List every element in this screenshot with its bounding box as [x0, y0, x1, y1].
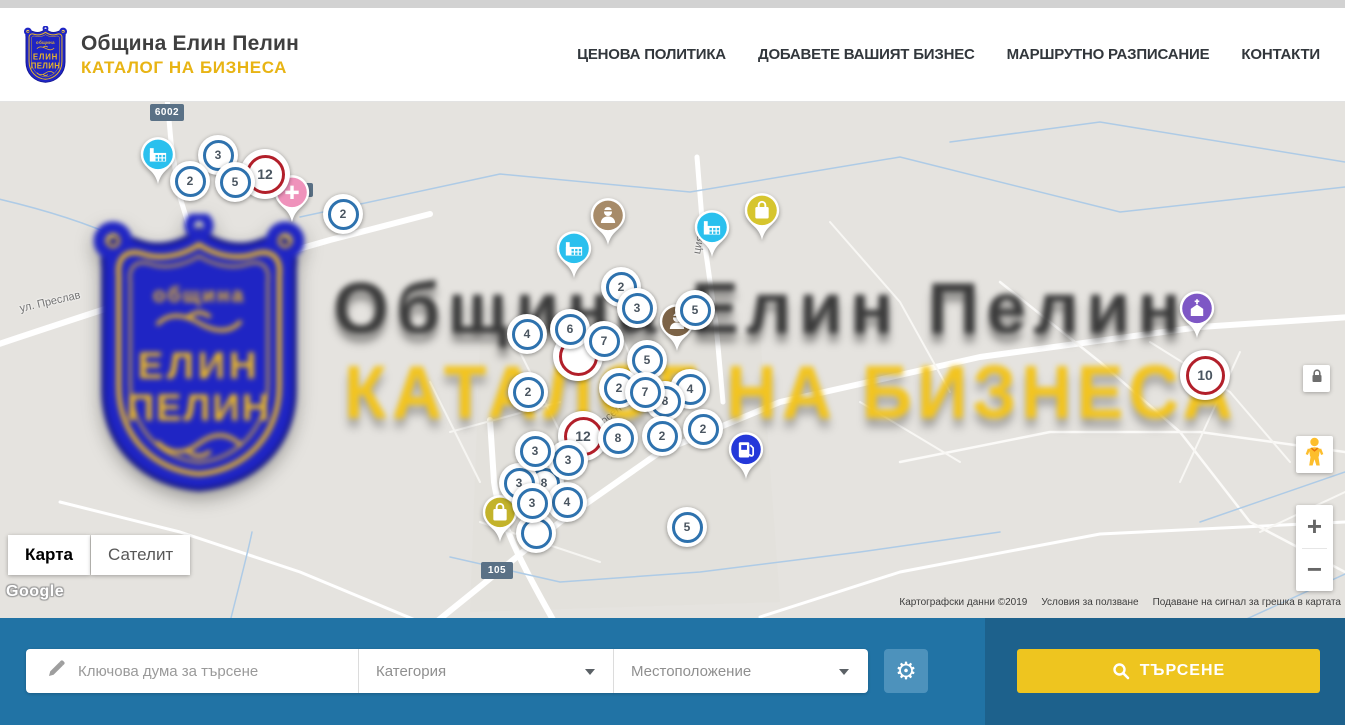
site-logo[interactable]: община ЕЛИН ПЕЛИН Община Елин Пелин КАТА… [22, 26, 299, 84]
category-select[interactable]: Категория [359, 649, 614, 693]
gear-icon: ⚙ [895, 657, 917, 686]
map-cluster-marker[interactable]: 10 [1180, 350, 1230, 400]
search-controls: Категория Местоположение [26, 649, 868, 693]
municipality-shield-icon: община ЕЛИН ПЕЛИН [22, 26, 69, 84]
cluster-count: 12 [257, 166, 273, 182]
site-subtitle: КАТАЛОГ НА БИЗНЕСА [81, 58, 299, 78]
svg-text:ПЕЛИН: ПЕЛИН [31, 61, 61, 70]
zoom-in-button[interactable]: + [1296, 505, 1333, 548]
chevron-down-icon [585, 669, 595, 675]
location-select-value: Местоположение [631, 663, 751, 680]
attribution-link[interactable]: Условия за ползване [1041, 597, 1138, 608]
cluster-count: 8 [615, 431, 622, 445]
chevron-down-icon [839, 669, 849, 675]
nav-item-1[interactable]: ДОБАВЕТЕ ВАШИЯТ БИЗНЕС [758, 46, 975, 63]
cluster-count: 6 [567, 322, 574, 336]
zoom-out-button[interactable]: − [1296, 549, 1333, 592]
pencil-icon [46, 659, 66, 684]
advanced-search-button[interactable]: ⚙ [884, 649, 928, 693]
map-cluster-marker[interactable]: 3 [515, 431, 555, 471]
map-cluster-marker[interactable]: 2 [508, 372, 548, 412]
map-pin-factory[interactable] [137, 135, 179, 189]
map-cluster-marker[interactable]: 2 [323, 194, 363, 234]
map-pin-fuel[interactable] [725, 430, 767, 484]
google-logo[interactable]: Google [6, 583, 64, 601]
cluster-count: 5 [684, 520, 691, 534]
map-cluster-marker[interactable]: 7 [625, 372, 665, 412]
cluster-count: 5 [232, 175, 239, 189]
nav-item-2[interactable]: МАРШРУТНО РАЗПИСАНИЕ [1007, 46, 1210, 63]
search-bar: Категория Местоположение ⚙ ТЪРСЕНЕ [0, 618, 1345, 725]
cluster-count: 4 [524, 327, 531, 341]
map-attribution: Картографски данни ©2019 Условия за ползв… [899, 597, 1341, 608]
cluster-count: 7 [601, 334, 608, 348]
cluster-count: 3 [565, 453, 572, 467]
pegman-icon [1304, 437, 1325, 472]
site-title: Община Елин Пелин [81, 32, 299, 56]
cluster-count: 5 [692, 303, 699, 317]
search-button-label: ТЪРСЕНЕ [1140, 662, 1225, 680]
cluster-count: 10 [1197, 367, 1213, 383]
attribution-text: Картографски данни ©2019 [899, 597, 1027, 608]
cluster-count: 5 [644, 353, 651, 367]
map-cluster-marker[interactable]: 5 [667, 507, 707, 547]
location-select[interactable]: Местоположение [614, 649, 867, 693]
attribution-link[interactable]: Подаване на сигнал за грешка в картата [1153, 597, 1341, 608]
keyword-search-input[interactable] [78, 663, 328, 680]
nav-item-3[interactable]: КОНТАКТИ [1241, 46, 1320, 63]
cluster-count: 2 [187, 174, 194, 188]
map-pin-church[interactable] [1176, 289, 1218, 343]
site-header: община ЕЛИН ПЕЛИН Община Елин Пелин КАТА… [0, 8, 1345, 102]
map-pin-bag[interactable] [741, 191, 783, 245]
cluster-count: 3 [215, 148, 222, 162]
page: община ЕЛИН ПЕЛИН Община Елин Пелин КАТА… [0, 0, 1345, 725]
padlock-icon [1308, 367, 1326, 390]
map-cluster-marker[interactable]: 3 [512, 483, 552, 523]
map-markers-layer: 12325223546752248712822843333510 [0, 102, 1345, 618]
street-view-pegman-button[interactable] [1296, 436, 1333, 473]
cluster-count: 2 [659, 429, 666, 443]
search-icon [1112, 662, 1130, 680]
svg-text:ЕЛИН: ЕЛИН [33, 52, 58, 61]
brand-text: Община Елин Пелин КАТАЛОГ НА БИЗНЕСА [81, 32, 299, 78]
map-type-map-button[interactable]: Карта [8, 535, 90, 575]
cluster-count: 3 [529, 496, 536, 510]
search-submit-panel: ТЪРСЕНЕ [985, 618, 1345, 725]
cluster-count: 2 [700, 422, 707, 436]
map-cluster-marker[interactable]: 4 [507, 314, 547, 354]
cluster-count: 3 [634, 301, 641, 315]
map-cluster-marker[interactable]: 7 [584, 321, 624, 361]
cluster-count: 4 [564, 495, 571, 509]
zoom-control: + − [1296, 505, 1333, 591]
map-cluster-marker[interactable]: 8 [598, 418, 638, 458]
map-cluster-marker[interactable]: 3 [617, 288, 657, 328]
map-pin-factory[interactable] [691, 208, 733, 262]
map-cluster-marker[interactable]: 2 [642, 416, 682, 456]
search-button[interactable]: ТЪРСЕНЕ [1017, 649, 1320, 693]
cluster-count: 3 [532, 444, 539, 458]
cluster-count: 2 [340, 207, 347, 221]
cluster-count: 4 [687, 382, 694, 396]
keyword-field-wrap [26, 649, 359, 693]
top-strip [0, 0, 1345, 8]
cluster-count: 7 [642, 385, 649, 399]
map-cluster-marker[interactable]: 2 [683, 409, 723, 449]
map-type-control: Карта Сателит [8, 535, 190, 575]
category-select-value: Категория [376, 663, 446, 680]
map-pin-worker[interactable] [587, 196, 629, 250]
map-type-satellite-button[interactable]: Сателит [91, 535, 190, 575]
cluster-count: 2 [525, 385, 532, 399]
map-canvas[interactable]: 6002105 ул. Преславбул. „Новоселция общи… [0, 102, 1345, 618]
lock-pan-button[interactable] [1303, 365, 1330, 392]
nav-item-0[interactable]: ЦЕНОВА ПОЛИТИКА [577, 46, 726, 63]
map-cluster-marker[interactable]: 5 [675, 290, 715, 330]
cluster-count: 2 [616, 381, 623, 395]
map-cluster-marker[interactable]: 4 [547, 482, 587, 522]
map-cluster-marker[interactable]: 5 [215, 162, 255, 202]
svg-text:община: община [36, 40, 55, 45]
main-nav: ЦЕНОВА ПОЛИТИКА ДОБАВЕТЕ ВАШИЯТ БИЗНЕС МАР… [577, 46, 1320, 63]
